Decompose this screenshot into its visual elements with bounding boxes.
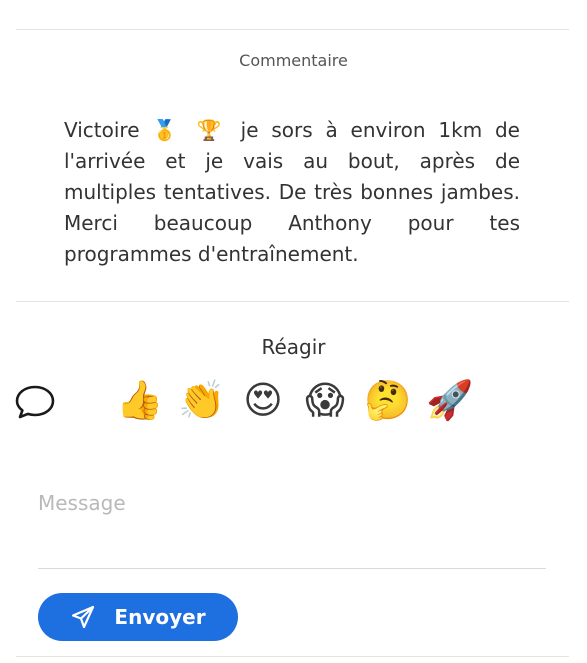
send-button[interactable]: Envoyer bbox=[38, 593, 238, 641]
bottom-divider bbox=[16, 656, 569, 657]
speech-bubble-icon[interactable] bbox=[14, 384, 56, 420]
reaction-bar: 👍 👏 😍 😱 🤔 🚀 bbox=[116, 377, 473, 423]
thinking-face-icon[interactable]: 🤔 bbox=[364, 377, 411, 423]
comment-heading: Commentaire bbox=[239, 51, 348, 70]
rocket-icon[interactable]: 🚀 bbox=[426, 377, 473, 423]
react-heading: Réagir bbox=[261, 335, 326, 359]
screaming-face-icon[interactable]: 😱 bbox=[302, 377, 348, 423]
send-button-label: Envoyer bbox=[114, 605, 206, 629]
heart-eyes-icon[interactable]: 😍 bbox=[240, 377, 286, 423]
top-divider bbox=[16, 29, 569, 30]
middle-divider bbox=[16, 301, 569, 302]
thumbs-up-icon[interactable]: 👍 bbox=[116, 377, 163, 423]
clapping-hands-icon[interactable]: 👏 bbox=[178, 377, 225, 423]
comment-text: Victoire 🥇 🏆 je sors à environ 1km de l'… bbox=[64, 118, 520, 266]
paper-plane-icon bbox=[72, 605, 95, 629]
message-input[interactable] bbox=[38, 483, 546, 569]
